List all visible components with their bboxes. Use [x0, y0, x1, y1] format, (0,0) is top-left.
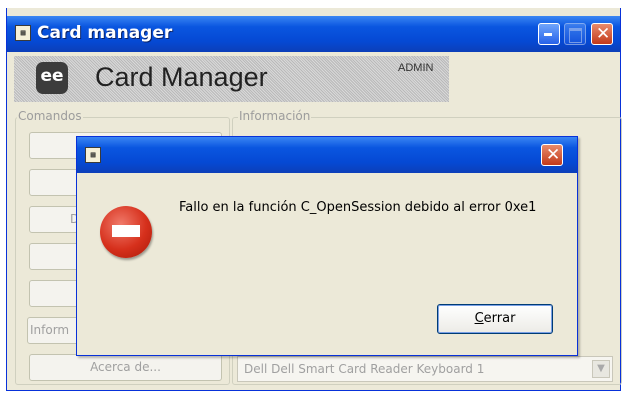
maximize-icon	[569, 28, 582, 43]
close-icon: ✕	[596, 24, 611, 44]
reader-select[interactable]: Dell Dell Smart Card Reader Keyboard 1	[237, 356, 613, 382]
close-dialog-button[interactable]: Cerrar	[437, 304, 553, 334]
dialog-title-bar[interactable]: ▦ ✕	[77, 137, 577, 173]
minimize-button[interactable]	[538, 23, 560, 45]
error-message: Fallo en la función C_OpenSession debido…	[179, 200, 537, 215]
commands-group-label: Comandos	[17, 109, 83, 123]
app-logo: ee	[36, 62, 68, 94]
card-reader-icon: ▦	[15, 25, 31, 41]
window-title: Card manager	[37, 23, 173, 43]
dialog-close-button[interactable]: ✕	[541, 144, 563, 166]
main-title-bar[interactable]: ▦ Card manager ✕	[7, 16, 620, 52]
minimize-icon	[544, 33, 552, 36]
role-label: ADMIN	[398, 62, 434, 74]
close-button-label: errar	[483, 311, 516, 326]
banner-title: Card Manager	[95, 62, 268, 92]
close-button[interactable]: ✕	[591, 23, 613, 45]
about-button[interactable]: Acerca de...	[29, 354, 222, 381]
maximize-button	[564, 23, 586, 45]
chevron-down-icon[interactable]: ▼	[592, 360, 610, 378]
card-reader-icon: ▦	[85, 147, 101, 163]
error-stop-icon-bar	[112, 225, 140, 237]
close-button-mnemonic: C	[474, 311, 484, 326]
close-icon: ✕	[546, 145, 561, 165]
information-group-label: Información	[238, 109, 312, 123]
